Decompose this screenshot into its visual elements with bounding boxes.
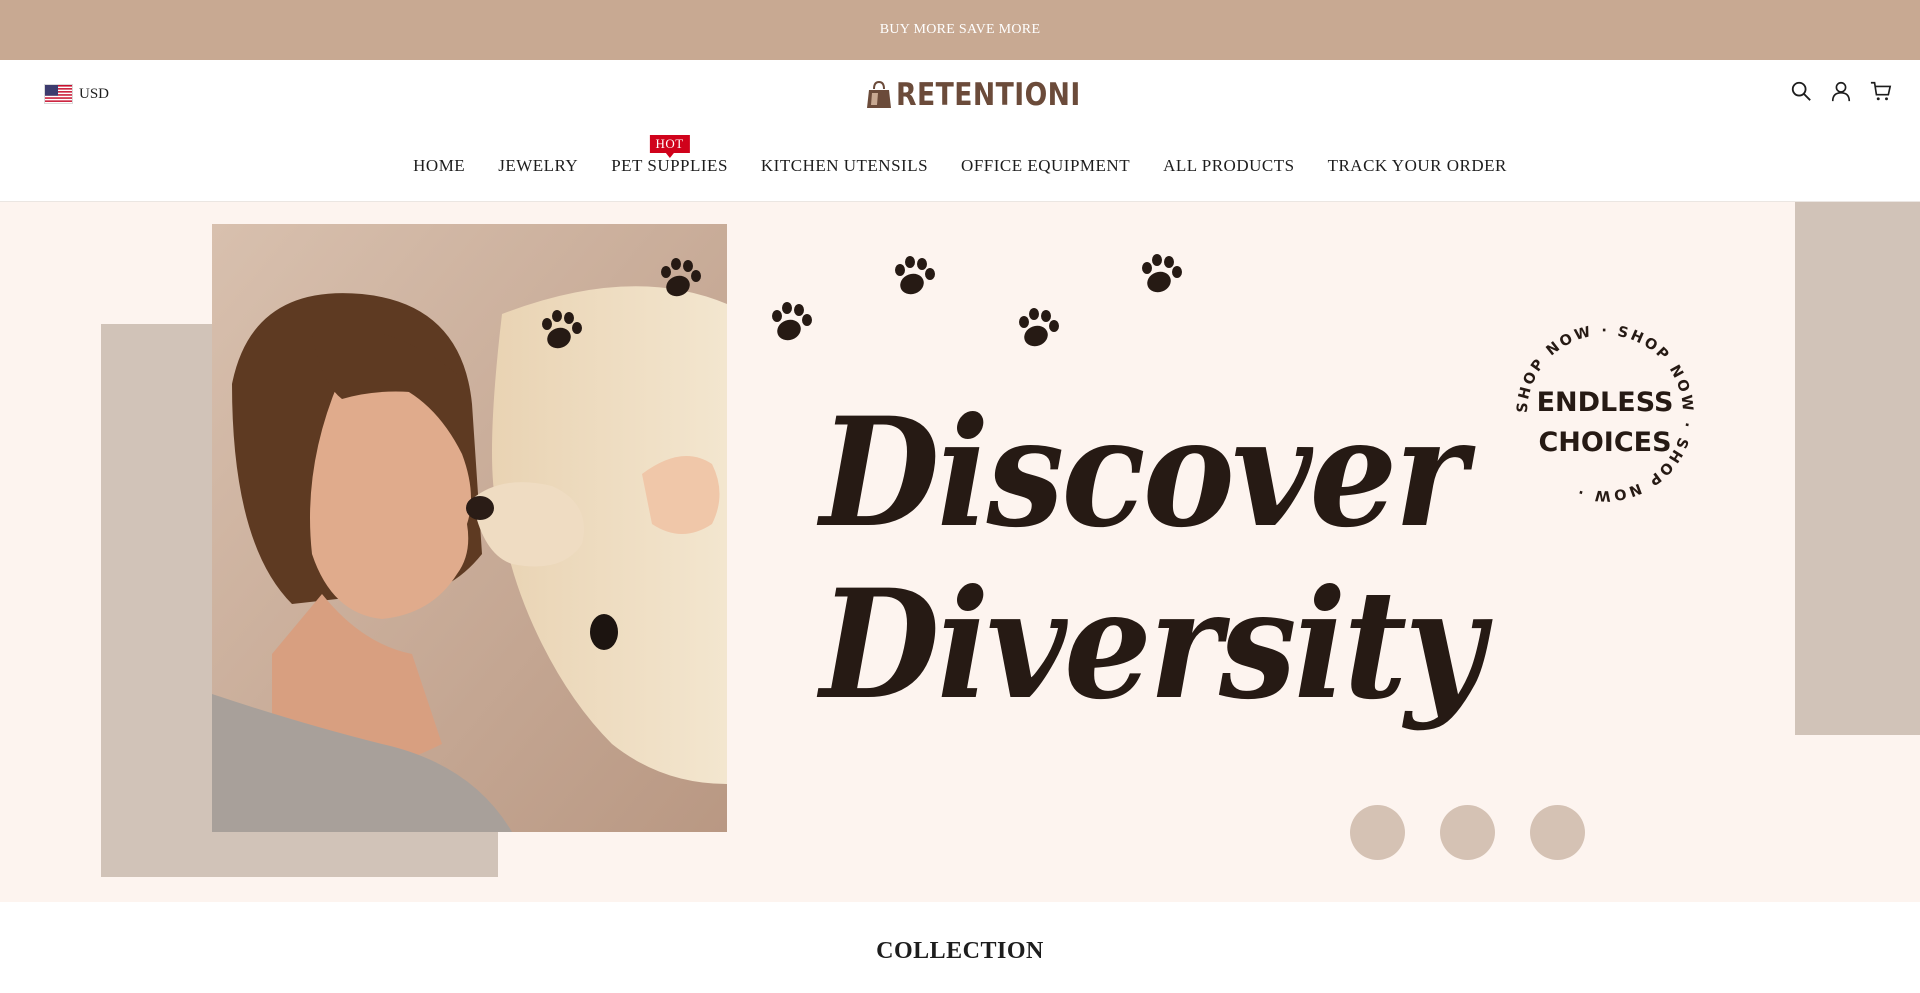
announcement-bar:  BUY MORE SAVE MORE : [0, 0, 1920, 60]
paw-print-icon: [542, 310, 582, 349]
site-header: USD RETENTIONI HOME JEWELRY HOT PET SUPP: [0, 60, 1920, 202]
shop-now-badge[interactable]: SHOP NOW · SHOP NOW · SHOP NOW · ENDLESS…: [1512, 320, 1698, 506]
nav-item-all-products[interactable]: ALL PRODUCTS: [1163, 156, 1294, 176]
paw-print-icon: [772, 302, 812, 341]
main-nav: HOME JEWELRY HOT PET SUPPLIES KITCHEN UT…: [0, 135, 1920, 176]
nav-item-office-equipment[interactable]: OFFICE EQUIPMENT: [961, 156, 1130, 176]
hero-photo-woman-dog: [212, 224, 727, 832]
slider-dot-3[interactable]: [1530, 805, 1585, 860]
currency-code: USD: [79, 85, 110, 102]
badge-main-line-1: ENDLESS: [1537, 387, 1674, 418]
us-flag-icon: [44, 84, 73, 104]
bag-logo-icon: [867, 80, 891, 108]
nav-item-pet-supplies[interactable]: HOT PET SUPPLIES: [611, 135, 728, 176]
decorative-block-right: [1795, 202, 1920, 735]
headline-line-2: Diversity: [820, 557, 1485, 733]
logo-text: RETENTIONI: [896, 77, 1081, 113]
account-icon[interactable]: [1830, 80, 1852, 102]
nav-item-track-order[interactable]: TRACK YOUR ORDER: [1328, 156, 1507, 176]
cart-icon[interactable]: [1870, 80, 1892, 102]
paw-print-icon: [1142, 254, 1182, 293]
search-icon[interactable]: [1790, 80, 1812, 102]
paw-print-icon: [895, 256, 935, 295]
headline-line-1: Discover: [820, 385, 1467, 561]
hero-headline: Discover Diversity: [820, 387, 1540, 731]
slider-dots: [1350, 805, 1585, 860]
nav-item-label: PET SUPPLIES: [611, 156, 728, 175]
hot-badge: HOT: [649, 135, 690, 158]
paw-print-icon: [1019, 308, 1059, 347]
nav-item-jewelry[interactable]: JEWELRY: [498, 156, 578, 176]
site-logo[interactable]: RETENTIONI: [866, 76, 1111, 114]
hero-banner[interactable]: Discover Diversity SHOP NOW · SHOP NOW ·…: [0, 202, 1920, 902]
slider-dot-2[interactable]: [1440, 805, 1495, 860]
collection-heading: COLLECTION: [876, 938, 1044, 964]
nav-item-home[interactable]: HOME: [413, 156, 465, 176]
paw-print-icon: [661, 258, 701, 297]
header-actions: [1790, 80, 1892, 102]
nav-item-kitchen-utensils[interactable]: KITCHEN UTENSILS: [761, 156, 928, 176]
badge-main-line-2: CHOICES: [1538, 427, 1671, 458]
slider-dot-1[interactable]: [1350, 805, 1405, 860]
announcement-text:  BUY MORE SAVE MORE : [868, 22, 1052, 37]
currency-selector[interactable]: USD: [44, 84, 109, 104]
